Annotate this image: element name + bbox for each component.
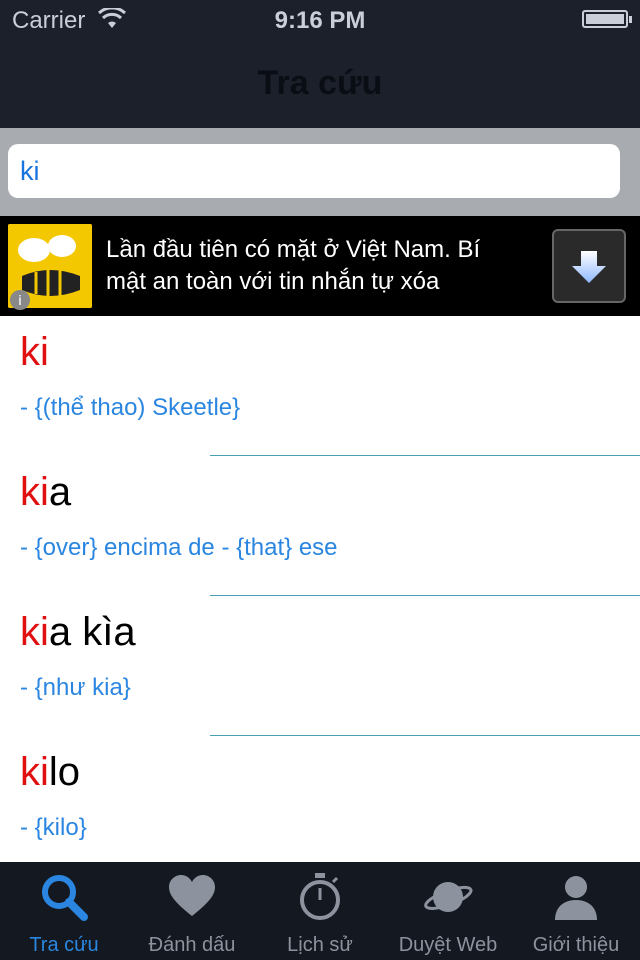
entry-word: kia kìa	[20, 610, 136, 655]
search-bar	[0, 128, 640, 216]
tab-search[interactable]: Tra cứu	[0, 862, 128, 960]
download-arrow-icon	[572, 251, 606, 283]
tab-bar: Tra cứu Đánh dấu Lịch sử Duyệt Web Giới …	[0, 862, 640, 960]
status-bar: Carrier 9:16 PM	[0, 0, 640, 40]
ad-text: Lần đầu tiên có mặt ở Việt Nam. Bí mật a…	[106, 236, 481, 295]
ad-banner[interactable]: Lần đầu tiên có mặt ở Việt Nam. Bí mật a…	[0, 216, 640, 316]
results-list: ki - {(thể thao) Skeetle} kia - {over} e…	[0, 316, 640, 862]
ad-info-icon[interactable]: i	[10, 290, 30, 310]
list-item[interactable]: kia kìa - {như kia}	[0, 596, 640, 736]
search-input[interactable]	[8, 144, 620, 198]
battery-icon	[582, 10, 632, 28]
entry-word-match: ki	[20, 750, 49, 794]
entry-definition: - {kilo}	[20, 814, 87, 841]
stopwatch-icon	[300, 873, 340, 920]
tab-browse-web[interactable]: Duyệt Web	[384, 862, 512, 960]
person-icon	[555, 876, 597, 920]
clock: 9:16 PM	[274, 7, 366, 34]
entry-definition: - {như kia}	[20, 674, 131, 701]
ad-download-button[interactable]	[552, 229, 626, 303]
tab-history[interactable]: Lịch sử	[256, 862, 384, 960]
tab-label: Đánh dấu	[148, 934, 236, 956]
page-title: Tra cứu	[257, 64, 383, 102]
tab-label: Lịch sử	[287, 934, 353, 956]
entry-word-match: ki	[20, 470, 49, 514]
entry-word-rest: a	[48, 470, 72, 514]
entry-word-rest: lo	[48, 750, 81, 794]
tab-about[interactable]: Giới thiệu	[512, 862, 640, 960]
tab-label: Duyệt Web	[398, 934, 498, 956]
list-item[interactable]: ki - {(thể thao) Skeetle}	[0, 316, 640, 456]
entry-word-match: ki	[20, 610, 49, 654]
list-item[interactable]: kilo - {kilo}	[0, 736, 640, 862]
heart-icon	[169, 875, 215, 916]
list-item[interactable]: kia - {over} encima de - {that} ese	[0, 456, 640, 596]
entry-word: kia	[20, 470, 71, 515]
planet-icon	[424, 882, 473, 912]
entry-word-match: ki	[20, 330, 49, 374]
tab-label: Giới thiệu	[532, 934, 620, 956]
tab-label: Tra cứu	[29, 934, 99, 956]
tab-bookmarks[interactable]: Đánh dấu	[128, 862, 256, 960]
search-icon	[42, 875, 88, 921]
entry-word-rest: a kìa	[48, 610, 136, 654]
entry-definition: - {(thể thao) Skeetle}	[20, 394, 241, 421]
entry-word: ki	[20, 330, 49, 375]
entry-word: kilo	[20, 750, 80, 795]
entry-definition: - {over} encima de - {that} ese	[20, 534, 338, 561]
top-bar: Carrier 9:16 PM Tra cứu	[0, 0, 640, 128]
